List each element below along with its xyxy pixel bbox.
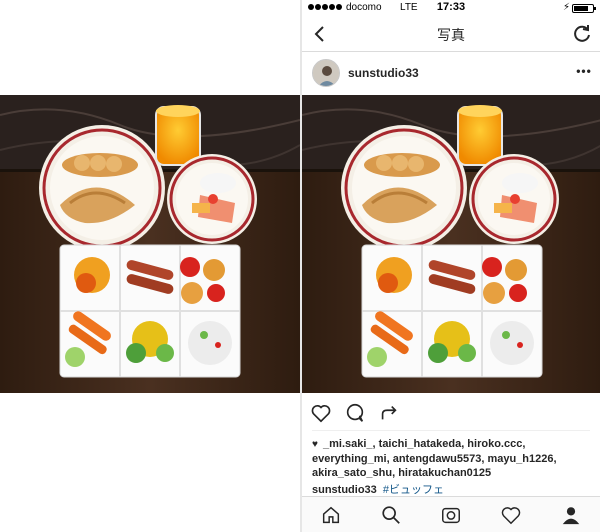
post-username[interactable]: sunstudio33 [348,66,419,80]
post-actions [302,398,600,431]
activity-heart-icon [501,507,521,525]
battery-icon [572,4,596,13]
more-options-button[interactable]: ••• [576,65,592,81]
status-time: 17:33 [436,1,466,13]
tab-camera[interactable] [440,504,462,526]
post-caption: sunstudio33 #ビュッフェ [312,481,444,497]
post-header: sunstudio33 ••• [302,53,600,93]
post-photo[interactable] [302,95,600,393]
tab-activity[interactable] [500,504,522,526]
tab-bar [302,496,600,532]
breakfast-photo [0,95,300,393]
avatar[interactable] [312,59,340,87]
caption-hashtag[interactable]: #ビュッフェ [383,484,444,496]
breakfast-photo-image [0,95,300,393]
share-icon [381,405,397,420]
avatar-image [313,60,339,86]
tab-search[interactable] [380,504,402,526]
page-title: 写真 [437,27,465,43]
actions-divider [312,430,590,431]
home-icon [322,506,340,524]
profile-icon [562,507,580,525]
status-bar: docomo LTE 17:33 ⚡ [302,0,600,16]
share-button[interactable] [378,402,400,424]
caption-username[interactable]: sunstudio33 [312,484,377,496]
camera-icon [442,507,460,524]
tab-profile[interactable] [560,504,582,526]
tab-home[interactable] [320,504,342,526]
refresh-icon [574,25,590,42]
likes-heart-icon: ♥ [312,439,318,450]
ellipsis-icon: ••• [576,64,592,78]
like-button[interactable] [310,402,332,424]
post-photo-image [302,95,600,393]
refresh-button[interactable] [570,22,594,46]
search-icon [382,506,400,524]
comment-button[interactable] [344,402,366,424]
comment-icon [346,403,364,422]
charging-icon: ⚡ [562,2,570,13]
likes-list[interactable]: ♥ _mi.saki_, taichi_hatakeda, hiroko.ccc… [312,437,596,480]
likes-names[interactable]: _mi.saki_, taichi_hatakeda, hiroko.ccc, … [312,438,557,479]
nav-bar: 写真 [302,16,600,52]
heart-icon [311,405,331,423]
